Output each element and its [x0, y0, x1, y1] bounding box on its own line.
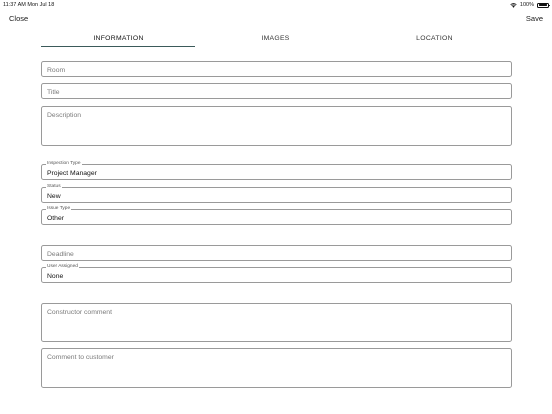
title-placeholder: Title [47, 89, 60, 96]
battery-icon [537, 2, 550, 8]
room-placeholder: Room [47, 67, 66, 74]
issue-type-value: Other [47, 214, 64, 222]
active-tab-indicator [41, 46, 195, 48]
tab-location[interactable]: LOCATION [357, 35, 512, 42]
user-assigned-select[interactable]: User Assigned None [41, 264, 512, 283]
nav-bar: Close Save [0, 10, 552, 28]
description-placeholder: Description [47, 112, 81, 119]
inspection-type-label: Inspection Type [46, 161, 82, 167]
room-field[interactable]: Room [41, 61, 512, 77]
deadline-field[interactable]: Deadline [41, 245, 512, 261]
status-bar: 11:37 AM Mon Jul 18 100% [0, 0, 552, 10]
constructor-comment-field[interactable]: Constructor comment [41, 303, 512, 342]
description-field[interactable]: Description [41, 106, 512, 146]
close-button[interactable]: Close [9, 14, 28, 23]
save-button[interactable]: Save [526, 14, 543, 23]
title-field[interactable]: Title [41, 83, 512, 99]
tab-images[interactable]: IMAGES [198, 35, 353, 42]
user-assigned-value: None [47, 272, 64, 280]
battery-fill [538, 4, 548, 6]
comment-to-customer-placeholder: Comment to customer [47, 354, 114, 361]
status-select[interactable]: Status New [41, 184, 512, 203]
constructor-comment-placeholder: Constructor comment [47, 309, 112, 316]
battery-percent: 100% [519, 2, 534, 8]
deadline-placeholder: Deadline [47, 251, 74, 258]
inspection-type-select[interactable]: Inspection Type Project Manager [41, 161, 512, 180]
tab-information[interactable]: INFORMATION [41, 35, 196, 42]
status-label: Status [46, 184, 62, 190]
status-time-date: 11:37 AM Mon Jul 18 [3, 2, 55, 8]
comment-to-customer-field[interactable]: Comment to customer [41, 348, 512, 388]
issue-type-select[interactable]: Issue Type Other [41, 206, 512, 225]
user-assigned-label: User Assigned [46, 264, 79, 270]
status-value: New [47, 192, 61, 200]
wifi-icon [510, 2, 517, 8]
inspection-type-value: Project Manager [47, 169, 97, 177]
status-right: 100% [510, 2, 550, 8]
issue-type-label: Issue Type [46, 206, 72, 212]
